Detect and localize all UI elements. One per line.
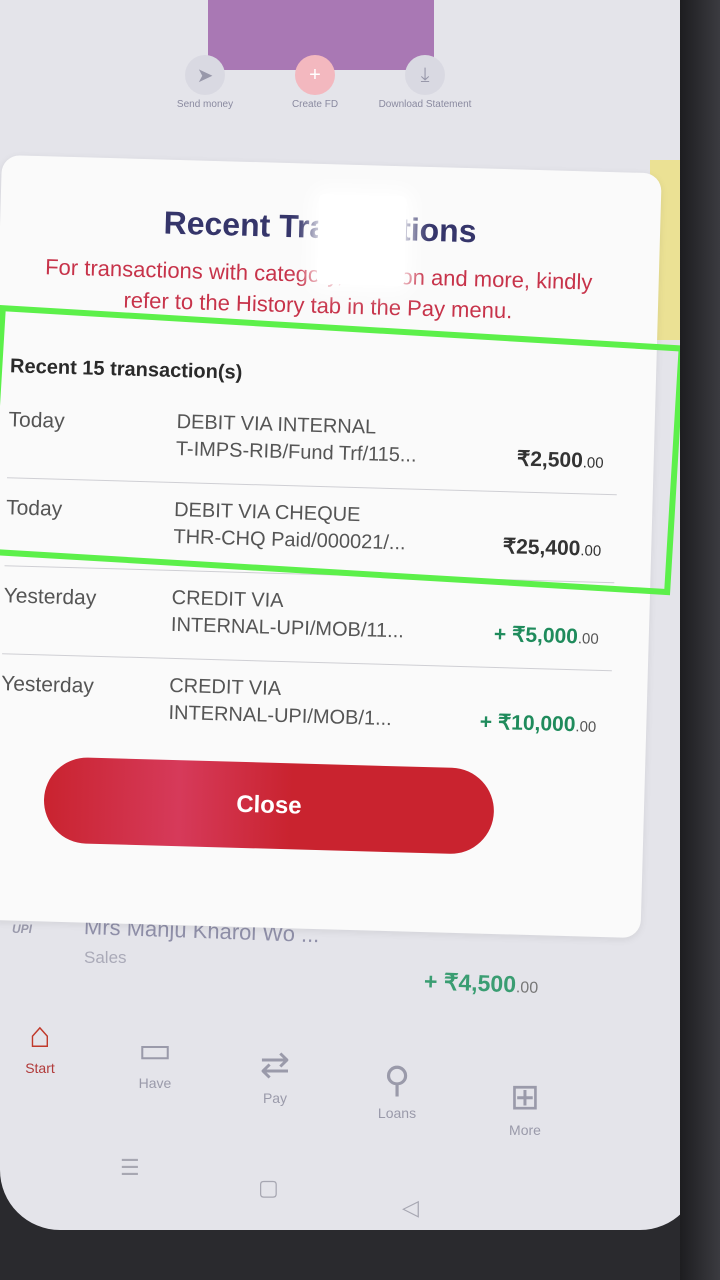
table-row[interactable]: Yesterday CREDIT VIA INTERNAL-UPI/MOB/11… <box>2 566 615 672</box>
download-statement-action[interactable]: ⤓ Download Statement <box>370 55 480 111</box>
light-glare <box>316 193 408 287</box>
nav-start[interactable]: ⌂ Start <box>0 1010 85 1076</box>
send-money-label: Send money <box>176 99 234 110</box>
system-nav-bar: ☰ ▢ ◁ <box>0 1150 700 1220</box>
menu-icon[interactable]: ☰ <box>120 1155 140 1181</box>
amount-decimals: .00 <box>580 542 602 560</box>
transaction-description: CREDIT VIA INTERNAL-UPI/MOB/1... <box>168 673 459 735</box>
transaction-description: DEBIT VIA CHEQUE THR-CHQ Paid/000021/... <box>173 497 464 559</box>
transaction-date: Yesterday <box>0 672 95 698</box>
transaction-amount: + ₹10,000.00 <box>479 710 596 738</box>
phone-frame-edge <box>680 0 720 1280</box>
amount-decimals: .00 <box>577 630 599 648</box>
transfer-icon: ⇄ <box>259 1044 291 1085</box>
wallet-icon: ▭ <box>137 1029 172 1070</box>
amount-value: + ₹5,000 <box>493 622 579 649</box>
upi-logo: UPI <box>12 922 33 936</box>
bottom-nav: ⌂ Start ▭ Have ⇄ Pay ⚲ Loans ⊞ More <box>0 1010 700 1140</box>
home-button-icon[interactable]: ▢ <box>258 1175 279 1201</box>
nav-have-label: Have <box>138 1075 172 1091</box>
table-row[interactable]: Yesterday CREDIT VIA INTERNAL-UPI/MOB/1.… <box>0 654 612 759</box>
nav-pay-label: Pay <box>262 1090 288 1106</box>
nav-pay[interactable]: ⇄ Pay <box>230 1040 320 1106</box>
transaction-amount: ₹2,500.00 <box>517 447 604 474</box>
transaction-amount: + ₹5,000.00 <box>494 622 600 650</box>
amount-value: + ₹10,000 <box>479 710 576 737</box>
quick-actions: ➤ Send money + Create FD ⤓ Download Stat… <box>150 55 480 135</box>
transaction-description: CREDIT VIA INTERNAL-UPI/MOB/11... <box>171 585 462 647</box>
amount-value: + ₹4,500 <box>423 968 517 998</box>
home-icon: ⌂ <box>29 1014 51 1055</box>
close-button[interactable]: Close <box>42 756 496 855</box>
create-fd-action[interactable]: + Create FD <box>260 55 370 111</box>
nav-loans-label: Loans <box>377 1105 417 1121</box>
transaction-amount: ₹25,400.00 <box>502 534 601 562</box>
back-icon[interactable]: ◁ <box>402 1195 419 1221</box>
download-statement-label: Download Statement <box>378 99 472 110</box>
recent-transactions-modal: Recent Transactions For transactions wit… <box>0 155 662 939</box>
nav-start-label: Start <box>25 1060 55 1076</box>
create-fd-label: Create FD <box>291 99 339 110</box>
amount-decimals: .00 <box>575 718 597 736</box>
grid-icon: ⊞ <box>509 1076 541 1117</box>
send-money-action[interactable]: ➤ Send money <box>150 55 260 111</box>
nav-have[interactable]: ▭ Have <box>110 1025 200 1091</box>
amount-value: ₹2,500 <box>516 447 584 473</box>
transaction-count: Recent 15 transaction(s) <box>9 355 243 384</box>
transaction-date: Yesterday <box>3 584 97 610</box>
money-bag-icon: ⚲ <box>383 1059 411 1100</box>
amount-decimals: .00 <box>582 454 604 472</box>
transaction-date: Today <box>5 496 63 521</box>
table-row[interactable]: Today DEBIT VIA INTERNAL T-IMPS-RIB/Fund… <box>6 390 620 496</box>
transaction-category: Sales <box>84 948 127 967</box>
transaction-description: DEBIT VIA INTERNAL T-IMPS-RIB/Fund Trf/1… <box>175 409 466 471</box>
plus-icon: + <box>295 55 335 95</box>
transaction-amount: + ₹4,500.00 <box>424 968 539 999</box>
amount-value: ₹25,400 <box>502 535 581 561</box>
nav-more[interactable]: ⊞ More <box>480 1072 570 1138</box>
transaction-date: Today <box>8 408 65 433</box>
nav-loans[interactable]: ⚲ Loans <box>352 1055 442 1121</box>
phone-screen: ➤ Send money + Create FD ⤓ Download Stat… <box>0 0 700 1230</box>
download-icon: ⤓ <box>405 55 445 95</box>
table-row[interactable]: Today DEBIT VIA CHEQUE THR-CHQ Paid/0000… <box>4 478 617 584</box>
amount-decimals: .00 <box>515 979 539 997</box>
nav-more-label: More <box>509 1122 541 1138</box>
send-icon: ➤ <box>185 55 225 95</box>
